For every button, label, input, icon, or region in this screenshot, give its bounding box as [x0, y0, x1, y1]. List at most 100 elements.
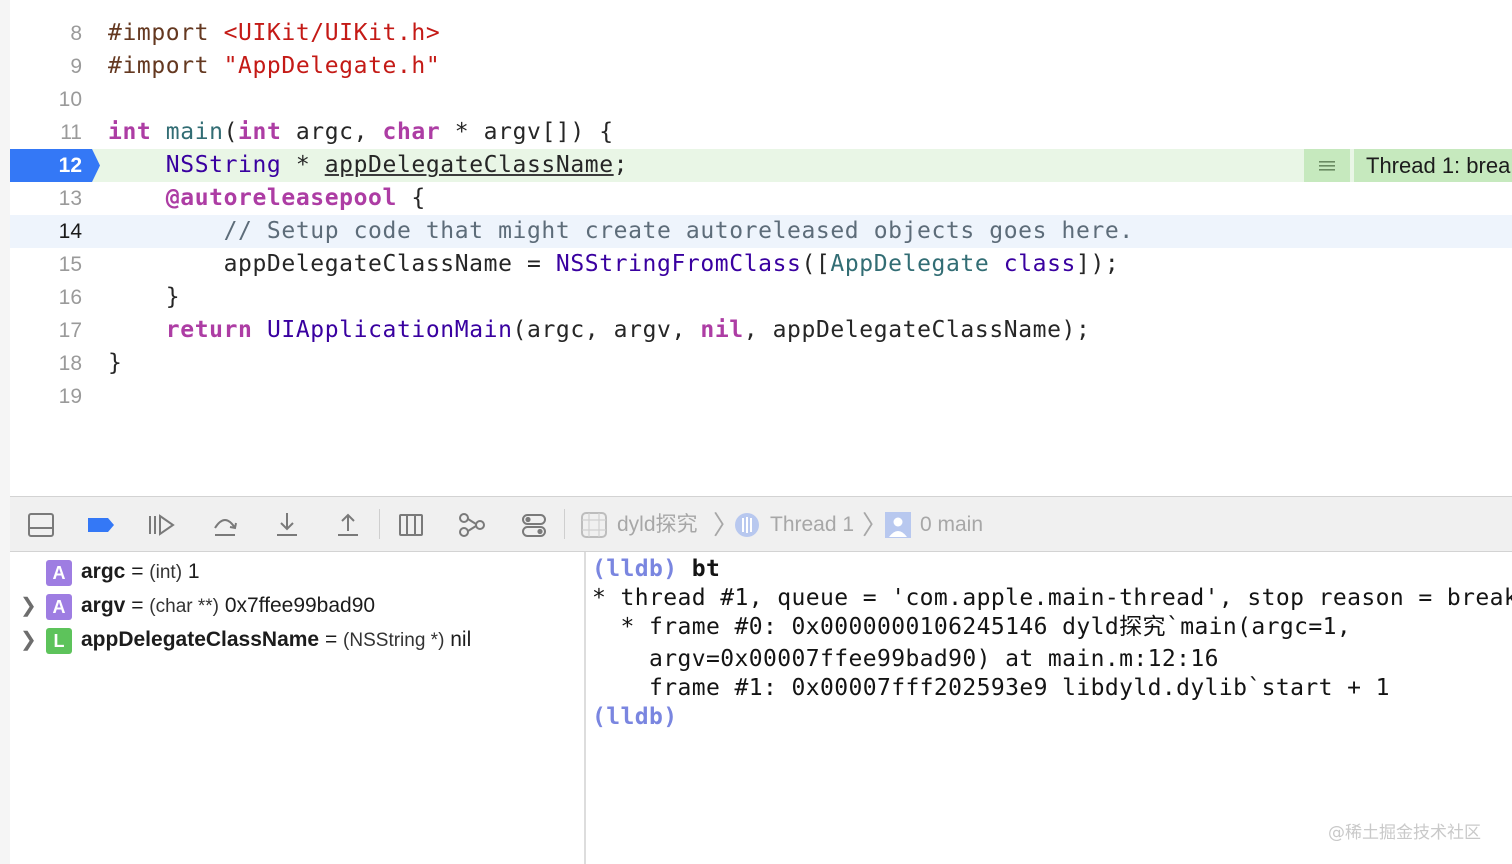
console-output-line: * thread #1, queue = 'com.apple.main-thr…: [592, 585, 1512, 611]
code-line-17[interactable]: 17 return UIApplicationMain(argc, argv, …: [10, 314, 1512, 347]
code-text: }: [165, 284, 181, 310]
code-text: , appDelegateClassName);: [743, 317, 1091, 343]
code-text: ]);: [1076, 251, 1120, 277]
keyword: return: [165, 317, 253, 343]
code-text: }: [108, 350, 123, 376]
variable-row[interactable]: ❯ A argv = (char **) 0x7ffee99bad90: [10, 589, 584, 623]
code-text: ;: [613, 152, 629, 178]
line-number[interactable]: 14: [10, 215, 82, 248]
import-path: "AppDelegate.h": [223, 53, 441, 79]
line-number[interactable]: 18: [10, 347, 82, 380]
watermark: @稀土掘金技术社区: [1328, 823, 1481, 843]
console-input-line[interactable]: (lldb): [592, 702, 677, 732]
code-line-10[interactable]: 10: [10, 83, 1512, 116]
code-line-14-cursor[interactable]: 14 // Setup code that might create autor…: [10, 215, 1512, 248]
step-out-icon[interactable]: [333, 510, 363, 540]
import-path: <UIKit/UIKit.h>: [223, 20, 441, 46]
keyword: char: [382, 119, 441, 145]
console-output-line: argv=0x00007ffee99bad90) at main.m:12:16: [592, 646, 1219, 672]
view-hierarchy-icon[interactable]: [396, 510, 426, 540]
code-line-9[interactable]: 9 #import "AppDelegate.h": [10, 50, 1512, 83]
keyword: int: [238, 119, 282, 145]
code-line-8[interactable]: 8 #import <UIKit/UIKit.h>: [10, 17, 1512, 50]
line-number[interactable]: 11: [10, 116, 82, 149]
line-number[interactable]: 19: [10, 380, 82, 413]
variable-row[interactable]: ❯ L appDelegateClassName = (NSString *) …: [10, 623, 584, 657]
debug-bar: dyld探究 〉 Thread 1 〉 0 main: [10, 496, 1512, 552]
breakpoints-toggle-icon[interactable]: [86, 510, 116, 540]
code-text: * argv[]) {: [440, 119, 614, 145]
breadcrumb-target[interactable]: dyld探究: [617, 497, 698, 553]
type-name: NSString: [165, 152, 282, 178]
code-line-19[interactable]: 19: [10, 380, 1512, 413]
equals: =: [319, 628, 344, 651]
app-target-icon[interactable]: [579, 510, 609, 540]
code-comment: // Setup code that might create autorele…: [223, 218, 1134, 244]
line-number[interactable]: 16: [10, 281, 82, 314]
variable-name: appDelegateClassName: [81, 628, 320, 651]
keyword: int: [108, 119, 152, 145]
variable-type: (char **): [149, 596, 219, 617]
line-number[interactable]: 12: [10, 149, 82, 182]
keyword: @autoreleasepool: [165, 185, 397, 211]
breadcrumb-frame[interactable]: 0 main: [920, 497, 983, 553]
function-name: main: [165, 119, 224, 145]
method-name: class: [1003, 251, 1077, 277]
variable-value: 0x7ffee99bad90: [218, 594, 376, 617]
function-name: NSStringFromClass: [555, 251, 802, 277]
code-line-12-current[interactable]: 12 NSString * appDelegateClassName;: [10, 149, 1512, 182]
code-text: {: [396, 185, 426, 211]
code-line-13[interactable]: 13 @autoreleasepool {: [10, 182, 1512, 215]
line-number[interactable]: 9: [10, 50, 82, 83]
variable-type: (int): [149, 562, 183, 583]
toolbar-divider: [564, 509, 565, 539]
code-line-18[interactable]: 18 }: [10, 347, 1512, 380]
console-command-line: (lldb) bt: [592, 554, 720, 584]
thread-stop-label[interactable]: Thread 1: brea: [1354, 149, 1512, 182]
variable-type: (NSString *): [343, 630, 445, 651]
step-into-icon[interactable]: [272, 510, 302, 540]
breadcrumb-thread[interactable]: Thread 1: [770, 497, 854, 553]
variable-row[interactable]: A argc = (int) 1: [10, 555, 584, 589]
console-output-line: * frame #0: 0x0000000106245146 dyld探究`ma…: [592, 614, 1352, 640]
line-number[interactable]: 10: [10, 83, 82, 116]
preprocessor-directive: #import: [108, 20, 210, 46]
local-badge: L: [46, 628, 72, 654]
variable-value: nil: [444, 628, 472, 651]
line-number[interactable]: 8: [10, 17, 82, 50]
function-name: UIApplicationMain: [266, 317, 513, 343]
step-over-icon[interactable]: [210, 510, 240, 540]
code-line-11[interactable]: 11 int main(int argc, char * argv[]) {: [10, 116, 1512, 149]
equals: =: [125, 560, 150, 583]
source-editor[interactable]: 8 #import <UIKit/UIKit.h> 9 #import "App…: [10, 0, 1512, 496]
code-text: *: [281, 152, 325, 178]
memory-graph-icon[interactable]: [457, 510, 487, 540]
preprocessor-directive: #import: [108, 53, 210, 79]
hide-debug-area-icon[interactable]: [26, 510, 56, 540]
environment-overrides-icon[interactable]: [519, 510, 549, 540]
thread-stop-annotation[interactable]: Thread 1: brea: [1304, 149, 1512, 182]
console-command: bt: [677, 556, 721, 582]
class-name: AppDelegate: [830, 251, 990, 277]
disclosure-triangle-icon[interactable]: ❯: [20, 593, 37, 618]
line-number[interactable]: 17: [10, 314, 82, 347]
line-number[interactable]: 13: [10, 182, 82, 215]
toolbar-divider: [379, 509, 380, 539]
code-line-16[interactable]: 16 }: [10, 281, 1512, 314]
code-text: (argc, argv,: [512, 317, 701, 343]
thread-icon[interactable]: [732, 510, 762, 540]
annotation-menu-icon[interactable]: [1304, 149, 1350, 182]
variable-name: argc: [81, 560, 126, 583]
code-text: (: [223, 119, 239, 145]
line-number[interactable]: 15: [10, 248, 82, 281]
variable-name: appDelegateClassName: [324, 152, 614, 178]
code-text: appDelegateClassName =: [223, 251, 556, 277]
code-line-15[interactable]: 15 appDelegateClassName = NSStringFromCl…: [10, 248, 1512, 281]
equals: =: [125, 594, 150, 617]
disclosure-triangle-icon[interactable]: ❯: [20, 627, 37, 652]
stack-frame-icon[interactable]: [883, 510, 913, 540]
console-output-line: frame #1: 0x00007fff202593e9 libdyld.dyl…: [592, 675, 1390, 701]
continue-icon[interactable]: [146, 510, 176, 540]
